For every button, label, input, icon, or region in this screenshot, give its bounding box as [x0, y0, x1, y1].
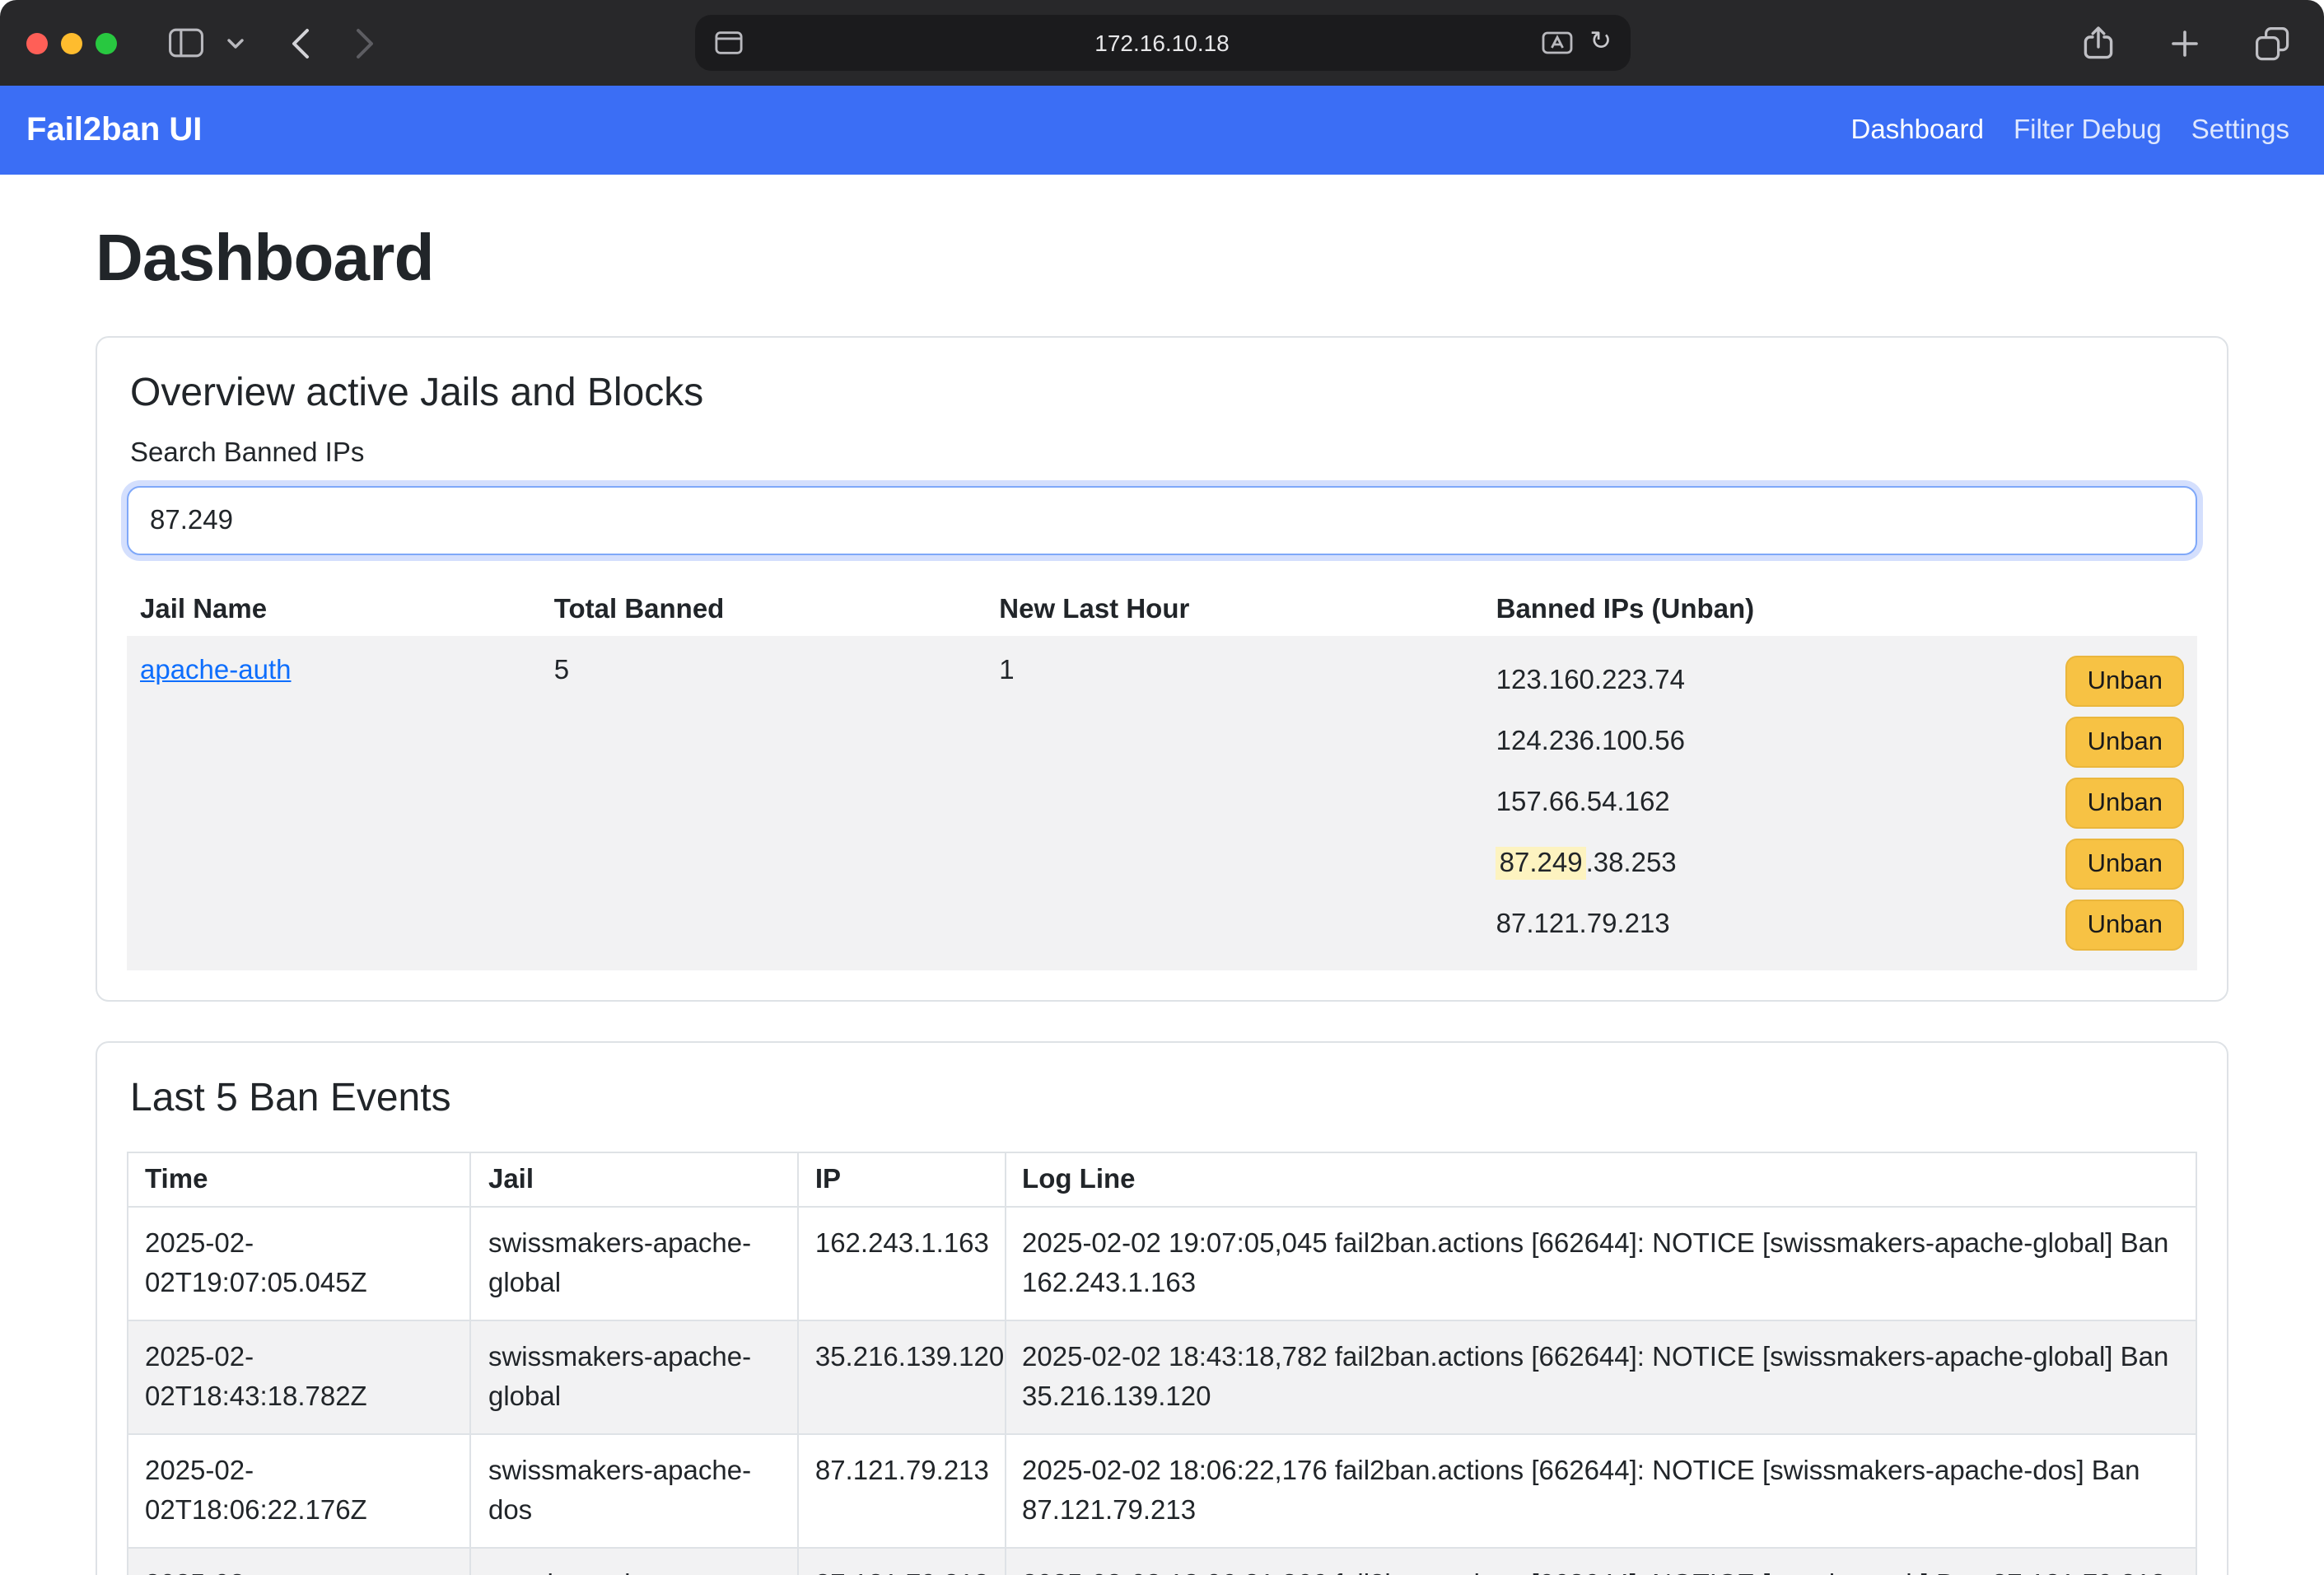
ban-event-row: 2025-02-02T18:06:21.366Z apache-auth 87.… — [128, 1548, 2196, 1575]
minimize-window-button[interactable] — [61, 32, 82, 54]
sidebar-toggle-button[interactable] — [160, 21, 212, 64]
plus-icon — [2171, 29, 2199, 57]
event-log-line: 2025-02-02 18:06:22,176 fail2ban.actions… — [1005, 1434, 2196, 1548]
ban-event-row: 2025-02-02T18:43:18.782Z swissmakers-apa… — [128, 1320, 2196, 1434]
banned-ip-item: 123.160.223.74 Unban — [1496, 656, 2184, 707]
jails-table-header: Jail Name Total Banned New Last Hour Ban… — [127, 585, 2197, 636]
search-banned-ips-label: Search Banned IPs — [130, 437, 2197, 470]
unban-button[interactable]: Unban — [2066, 717, 2184, 768]
app-brand[interactable]: Fail2ban UI — [26, 111, 202, 149]
unban-button[interactable]: Unban — [2066, 656, 2184, 707]
toolbar-right — [2074, 18, 2298, 68]
forward-icon — [356, 27, 376, 58]
browser-chrome: 172.16.10.18 ↻ — [0, 0, 2324, 86]
event-ip: 35.216.139.120 — [798, 1320, 1005, 1434]
col-time: Time — [128, 1152, 471, 1207]
banned-ip: 124.236.100.56 — [1496, 727, 1685, 758]
banned-ip-item: 87.121.79.213 Unban — [1496, 900, 2184, 951]
window-controls — [26, 32, 117, 54]
col-jail-name: Jail Name — [127, 585, 541, 636]
nav-filter-debug[interactable]: Filter Debug — [1999, 115, 2177, 146]
page-title: Dashboard — [96, 224, 2228, 293]
back-button[interactable] — [282, 21, 318, 65]
address-bar-actions: ↻ — [1542, 30, 1612, 56]
forward-button[interactable] — [348, 21, 384, 65]
url-text: 172.16.10.18 — [694, 15, 1630, 71]
banned-ip-rest: .38.253 — [1586, 848, 1677, 878]
banned-ip-item: 157.66.54.162 Unban — [1496, 778, 2184, 829]
tab-overview-button[interactable] — [2247, 19, 2298, 67]
new-tab-button[interactable] — [2163, 22, 2207, 63]
ban-events-card: Last 5 Ban Events Time Jail IP Log Line … — [96, 1041, 2228, 1575]
banned-ip-item: 87.249.38.253 Unban — [1496, 839, 2184, 890]
overview-card: Overview active Jails and Blocks Search … — [96, 336, 2228, 1002]
ban-events-header: Time Jail IP Log Line — [128, 1152, 2196, 1207]
translate-icon[interactable] — [1542, 31, 1573, 54]
event-time: 2025-02-02T19:07:05.045Z — [128, 1207, 471, 1320]
ban-events-card-title: Last 5 Ban Events — [127, 1073, 2197, 1125]
event-jail: swissmakers-apache-global — [471, 1320, 798, 1434]
unban-button[interactable]: Unban — [2066, 900, 2184, 951]
search-highlight: 87.249 — [1496, 847, 1586, 880]
reload-icon[interactable]: ↻ — [1589, 30, 1612, 56]
share-icon — [2082, 25, 2115, 61]
event-time: 2025-02-02T18:43:18.782Z — [128, 1320, 471, 1434]
col-new-last-hour: New Last Hour — [986, 585, 1482, 636]
nav-settings[interactable]: Settings — [2177, 115, 2298, 146]
jail-link[interactable]: apache-auth — [140, 656, 292, 685]
jails-table: Jail Name Total Banned New Last Hour Ban… — [127, 585, 2197, 970]
banned-ip-item: 124.236.100.56 Unban — [1496, 717, 2184, 768]
sidebar-menu-button[interactable] — [219, 30, 252, 55]
jail-row: apache-auth 5 1 123.160.223.74 Unban 124… — [127, 636, 2197, 970]
safari-window: 172.16.10.18 ↻ — [0, 0, 2324, 1575]
event-jail: apache-auth — [471, 1548, 798, 1575]
share-button[interactable] — [2074, 18, 2123, 68]
event-time: 2025-02-02T18:06:21.366Z — [128, 1548, 471, 1575]
col-ip: IP — [798, 1152, 1005, 1207]
event-ip: 162.243.1.163 — [798, 1207, 1005, 1320]
event-jail: swissmakers-apache-global — [471, 1207, 798, 1320]
ban-events-table: Time Jail IP Log Line 2025-02-02T19:07:0… — [127, 1152, 2197, 1575]
ban-event-row: 2025-02-02T18:06:22.176Z swissmakers-apa… — [128, 1434, 2196, 1548]
col-jail: Jail — [471, 1152, 798, 1207]
app-navbar: Fail2ban UI Dashboard Filter Debug Setti… — [0, 86, 2324, 175]
back-icon — [290, 27, 310, 58]
banned-ip: 157.66.54.162 — [1496, 788, 1670, 819]
search-banned-ips-input[interactable] — [127, 486, 2197, 555]
banned-ip: 87.249.38.253 — [1496, 848, 1677, 880]
sidebar-icon — [168, 28, 204, 58]
col-banned-ips: Banned IPs (Unban) — [1483, 585, 2197, 636]
event-log-line: 2025-02-02 19:07:05,045 fail2ban.actions… — [1005, 1207, 2196, 1320]
unban-button[interactable]: Unban — [2066, 839, 2184, 890]
nav-dashboard[interactable]: Dashboard — [1836, 115, 1999, 146]
close-window-button[interactable] — [26, 32, 48, 54]
chevron-down-icon — [227, 37, 244, 49]
event-log-line: 2025-02-02 18:06:21,366 fail2ban.actions… — [1005, 1548, 2196, 1575]
banned-ip: 123.160.223.74 — [1496, 666, 1685, 697]
page-content: Dashboard Overview active Jails and Bloc… — [0, 175, 2324, 1575]
event-log-line: 2025-02-02 18:43:18,782 fail2ban.actions… — [1005, 1320, 2196, 1434]
zoom-window-button[interactable] — [96, 32, 117, 54]
new-last-hour-value: 1 — [986, 636, 1482, 970]
tabs-icon — [2255, 26, 2289, 60]
banned-ip: 87.121.79.213 — [1496, 909, 1670, 941]
event-ip: 87.121.79.213 — [798, 1548, 1005, 1575]
col-log-line: Log Line — [1005, 1152, 2196, 1207]
col-total-banned: Total Banned — [541, 585, 987, 636]
event-jail: swissmakers-apache-dos — [471, 1434, 798, 1548]
banned-ip-list: 123.160.223.74 Unban 124.236.100.56 Unba… — [1496, 656, 2184, 951]
ban-event-row: 2025-02-02T19:07:05.045Z swissmakers-apa… — [128, 1207, 2196, 1320]
event-time: 2025-02-02T18:06:22.176Z — [128, 1434, 471, 1548]
overview-card-title: Overview active Jails and Blocks — [127, 367, 2197, 420]
toolbar-left — [160, 21, 384, 65]
total-banned-value: 5 — [541, 636, 987, 970]
event-ip: 87.121.79.213 — [798, 1434, 1005, 1548]
nav-links: Dashboard Filter Debug Settings — [1836, 115, 2298, 146]
unban-button[interactable]: Unban — [2066, 778, 2184, 829]
address-bar[interactable]: 172.16.10.18 ↻ — [694, 15, 1630, 71]
